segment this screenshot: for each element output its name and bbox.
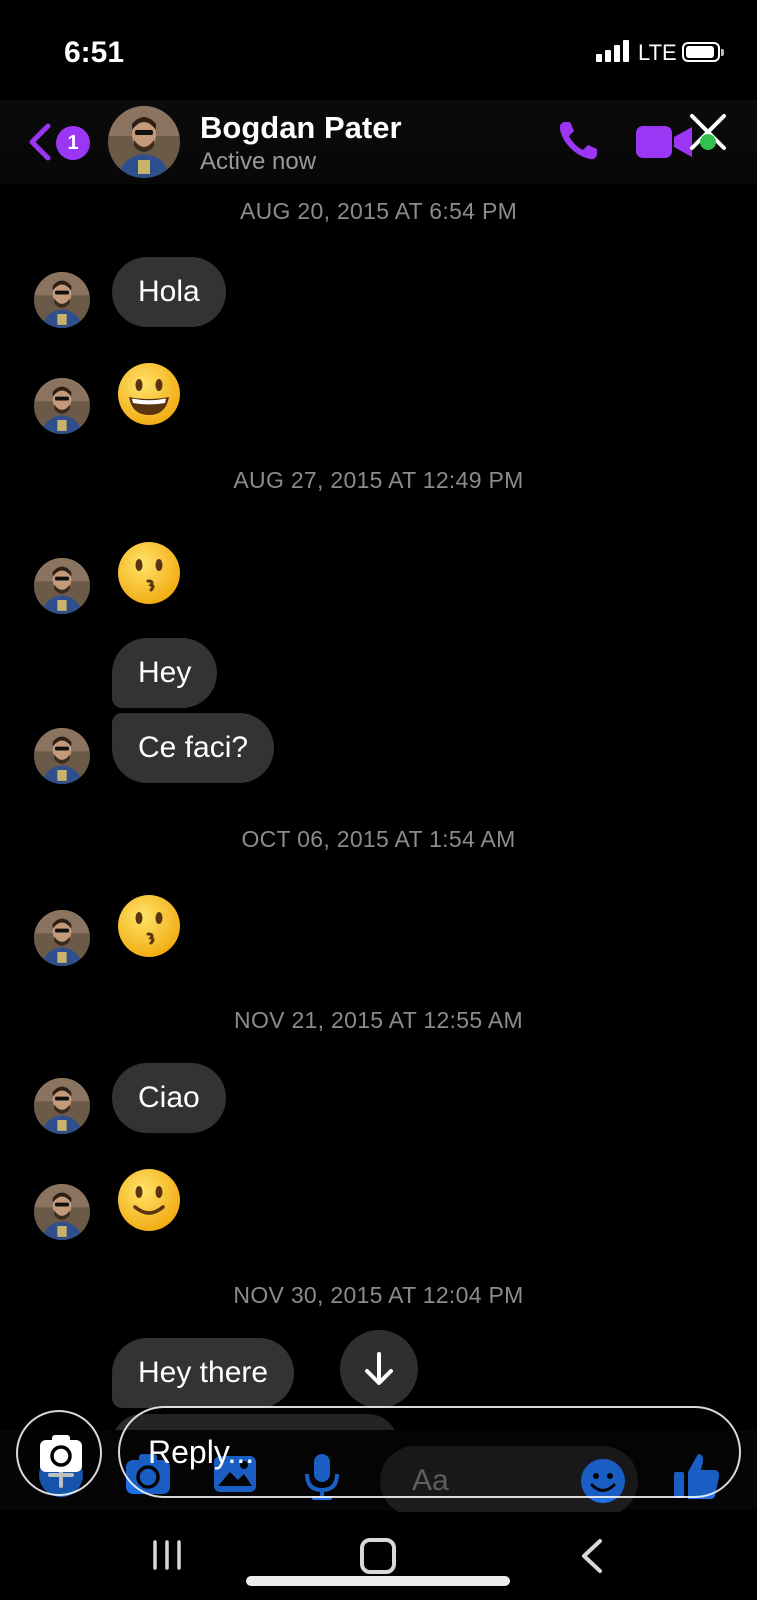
slightly-smiling-face-emoji-icon[interactable] xyxy=(116,1167,182,1233)
profile-photo xyxy=(34,558,90,614)
avatar[interactable] xyxy=(34,272,90,328)
profile-photo xyxy=(34,1184,90,1240)
avatar[interactable] xyxy=(34,378,90,434)
scroll-to-bottom-button[interactable] xyxy=(340,1330,418,1408)
avatar[interactable] xyxy=(34,728,90,784)
message-bubble[interactable]: Hey xyxy=(112,638,218,708)
profile-photo xyxy=(34,378,90,434)
timestamp: NOV 21, 2015 AT 12:55 AM xyxy=(234,1007,523,1033)
profile-photo xyxy=(34,272,90,328)
timestamp: AUG 20, 2015 AT 6:54 PM xyxy=(239,198,518,224)
timestamp: AUG 27, 2015 AT 12:49 PM xyxy=(233,467,524,493)
message-bubble[interactable]: Hola xyxy=(112,257,226,327)
signal-icon xyxy=(596,40,630,62)
message-bubble[interactable]: Ciao xyxy=(112,1063,226,1133)
active-status-dot xyxy=(700,134,716,150)
reply-placeholder: Reply... xyxy=(148,1434,255,1470)
recent-apps-icon[interactable] xyxy=(150,1540,184,1570)
message-bubble[interactable]: Hey there xyxy=(112,1338,295,1408)
chevron-left-icon xyxy=(29,123,51,161)
network-label: LTE xyxy=(638,40,677,65)
message-bubble[interactable]: Ce faci? xyxy=(112,713,275,783)
back-button[interactable]: 1 xyxy=(24,118,96,166)
camera-icon xyxy=(40,1435,82,1472)
home-button[interactable] xyxy=(360,1538,396,1574)
home-indicator[interactable] xyxy=(246,1576,510,1586)
status-bar: 6:51 LTE xyxy=(0,0,757,100)
arrow-down-icon xyxy=(365,1352,393,1385)
contact-avatar[interactable] xyxy=(108,106,180,178)
profile-photo xyxy=(34,1078,90,1134)
reply-camera-button[interactable] xyxy=(16,1410,102,1496)
profile-photo xyxy=(34,910,90,966)
battery-icon xyxy=(682,42,724,62)
contact-name[interactable]: Bogdan Pater xyxy=(200,110,402,146)
avatar[interactable] xyxy=(34,1078,90,1134)
contact-status: Active now xyxy=(200,148,317,175)
kissing-face-emoji-icon[interactable] xyxy=(116,893,182,959)
avatar[interactable] xyxy=(34,910,90,966)
timestamp: NOV 30, 2015 AT 12:04 PM xyxy=(233,1282,524,1308)
profile-photo xyxy=(108,106,180,178)
grinning-face-emoji-icon[interactable] xyxy=(116,361,182,427)
back-icon[interactable] xyxy=(578,1538,604,1574)
phone-icon[interactable] xyxy=(553,116,603,166)
chat-header: 1 Bogdan Pater Active now xyxy=(0,100,757,184)
kissing-face-emoji-icon[interactable] xyxy=(116,540,182,606)
avatar[interactable] xyxy=(34,1184,90,1240)
avatar[interactable] xyxy=(34,558,90,614)
status-time: 6:51 xyxy=(64,36,125,69)
timestamp: OCT 06, 2015 AT 1:54 AM xyxy=(241,826,516,852)
profile-photo xyxy=(34,728,90,784)
unread-badge: 1 xyxy=(56,126,90,160)
